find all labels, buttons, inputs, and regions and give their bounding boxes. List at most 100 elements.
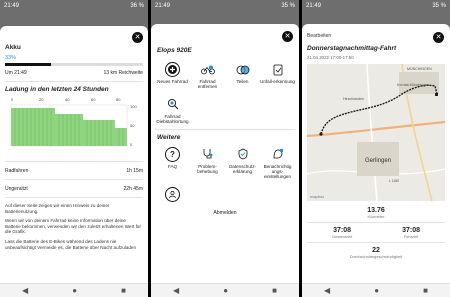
accident-icon: [270, 62, 285, 77]
back-nav-button[interactable]: ◀: [22, 286, 28, 295]
recents-nav-button[interactable]: ■: [121, 286, 126, 295]
ride-detail-screen: 21:49 35 % Bearbeiten ✕ Donnerstagnachmi…: [302, 0, 450, 297]
map-label: Gerlingen: [365, 158, 391, 164]
divider: [5, 179, 143, 180]
tile-label: Fahrrad Diebstahlortung: [156, 113, 189, 125]
distance-stat: 13.76 Kilometer: [307, 207, 445, 219]
recents-nav-button[interactable]: ■: [272, 286, 277, 295]
ride-title: Donnerstagnachmittag-Fahrt: [307, 45, 397, 52]
bike-title: Elops 920E: [157, 47, 192, 54]
screenshot-collage: 21:49 36 % ✕ Akku 33% Um 21:49 13 km Rei…: [0, 0, 450, 297]
stat-value: 13.76: [367, 207, 385, 214]
info-text: Wenn wir von deinem Fahrrad keine Inform…: [5, 218, 142, 235]
more-actions: ? FAQ Problem-behebung Datenschutz-erklä…: [155, 146, 295, 202]
new-bike-button[interactable]: Neues Fahrrad: [155, 62, 190, 90]
charge-area: [11, 108, 127, 146]
edit-button[interactable]: Bearbeiten: [307, 33, 445, 39]
y-tick: 100: [130, 104, 137, 109]
stat-row: Ungenutzt 22h 45m: [5, 186, 143, 192]
battery-bar: [5, 63, 143, 66]
status-time: 21:49: [306, 2, 322, 9]
status-battery: 35 %: [281, 2, 295, 9]
close-button[interactable]: ✕: [433, 32, 444, 43]
recents-nav-button[interactable]: ■: [423, 286, 428, 295]
privacy-icon: [235, 147, 250, 162]
remove-bike-button[interactable]: Fahrrad entfernen: [190, 62, 225, 90]
stat-value: 22: [372, 247, 380, 254]
share-icon: [235, 62, 250, 77]
battery-range: 13 km Reichweite: [103, 70, 143, 76]
status-battery: 36 %: [130, 2, 144, 9]
account-button[interactable]: [155, 186, 190, 202]
accident-detection-button[interactable]: Unfall-erkennung: [260, 62, 295, 90]
x-tick: 40: [65, 97, 70, 102]
notification-icon: [270, 147, 285, 162]
stat-label: Fahrzeit: [403, 234, 419, 239]
nav-bar: ◀ ● ■: [302, 283, 450, 297]
back-nav-button[interactable]: ◀: [173, 286, 179, 295]
status-bar: 21:49 36 %: [0, 0, 148, 11]
map-label: Hirschlanden: [343, 97, 364, 101]
theft-tracking-button[interactable]: Fahrrad Diebstahlortung: [155, 97, 190, 125]
logout-button[interactable]: Abmelden: [155, 210, 295, 216]
account-icon: [165, 186, 180, 202]
battery-sheet: ✕ Akku 33% Um 21:49 13 km Reichweite Lad…: [0, 26, 148, 283]
stat-value: 22h 45m: [123, 186, 143, 192]
home-nav-button[interactable]: ●: [72, 286, 77, 295]
plus-icon: [165, 62, 180, 77]
home-nav-button[interactable]: ●: [223, 286, 228, 295]
divider: [307, 242, 445, 243]
menu-sheet: ✕ Elops 920E Neues Fahrrad Fahrrad entfe…: [151, 24, 299, 283]
nav-bar: ◀ ● ■: [151, 283, 299, 297]
route-start-marker: [319, 132, 323, 136]
status-time: 21:49: [4, 2, 20, 9]
tile-label: FAQ: [167, 163, 178, 169]
battery-percent: 33%: [5, 55, 17, 61]
home-nav-button[interactable]: ●: [374, 286, 379, 295]
battery-time: Um 21:49: [5, 70, 27, 76]
tile-label: Unfall-erkennung: [260, 79, 295, 84]
more-title: Weitere: [157, 133, 181, 141]
close-button[interactable]: ✕: [132, 32, 143, 43]
stat-label: Gesamtzeit: [331, 234, 353, 239]
menu-screen: 21:49 35 % ✕ Elops 920E Neues Fahrrad Fa…: [151, 0, 299, 297]
bike-remove-icon: [200, 62, 215, 77]
map-label: MÜNCHINGEN: [407, 67, 432, 71]
map-label: Korntal-Münchingen: [397, 83, 429, 87]
divider: [5, 197, 143, 198]
speed-stat: 22 Durchschnittsgeschwindigkeit: [307, 247, 445, 259]
stethoscope-icon: [200, 147, 215, 162]
ride-sheet: Bearbeiten ✕ Donnerstagnachmittag-Fahrt …: [302, 24, 450, 283]
y-tick: 50: [130, 123, 135, 128]
time-stats: 37:08 Gesamtzeit 37:08 Fahrzeit: [307, 227, 445, 239]
notification-settings-button[interactable]: Benachrichtig ungs-einstellungen: [260, 147, 295, 180]
info-text: Lass die Batterie des E-Bikes während de…: [5, 238, 137, 250]
x-tick: 60: [91, 97, 96, 102]
tile-label: Neues Fahrrad: [157, 79, 188, 84]
route-end-marker: [435, 93, 438, 96]
close-button[interactable]: ✕: [282, 31, 293, 42]
ride-map[interactable]: MÜNCHINGEN Korntal-Münchingen Hirschland…: [307, 64, 445, 201]
faq-button[interactable]: ? FAQ: [155, 146, 190, 180]
stat-row: Radfahren 1h 15m: [5, 168, 143, 174]
battery-screen: 21:49 36 % ✕ Akku 33% Um 21:49 13 km Rei…: [0, 0, 148, 297]
bike-actions: Neues Fahrrad Fahrrad entfernen Teilen U…: [155, 62, 295, 125]
back-nav-button[interactable]: ◀: [324, 286, 330, 295]
theft-search-icon: [165, 97, 180, 112]
privacy-button[interactable]: Datenschutz-erklärung: [225, 147, 260, 180]
share-button[interactable]: Teilen: [225, 62, 260, 90]
tile-label: Benachrichtig ungs-einstellungen: [263, 163, 292, 180]
troubleshooting-button[interactable]: Problem-behebung: [190, 147, 225, 180]
stat-label: Durchschnittsgeschwindigkeit: [349, 254, 403, 259]
tile-label: Teilen: [236, 79, 249, 84]
ride-date: 21.04.2022 17:00-17:50: [307, 55, 354, 60]
stat-label: Kilometer: [367, 214, 385, 219]
nav-bar: ◀ ● ■: [0, 283, 148, 297]
stat-value: 37:08: [402, 227, 421, 234]
divider: [5, 81, 143, 82]
stat-label: Ungenutzt: [5, 186, 28, 192]
ladung-title: Ladung in den letzten 24 Stunden: [5, 86, 109, 93]
info-text: Auf dieser Seite zeigen wir einen Hinwei…: [5, 203, 110, 214]
charge-chart: 0 20 40 60 80 100 50 0: [10, 97, 137, 147]
x-tick: 20: [39, 97, 44, 102]
